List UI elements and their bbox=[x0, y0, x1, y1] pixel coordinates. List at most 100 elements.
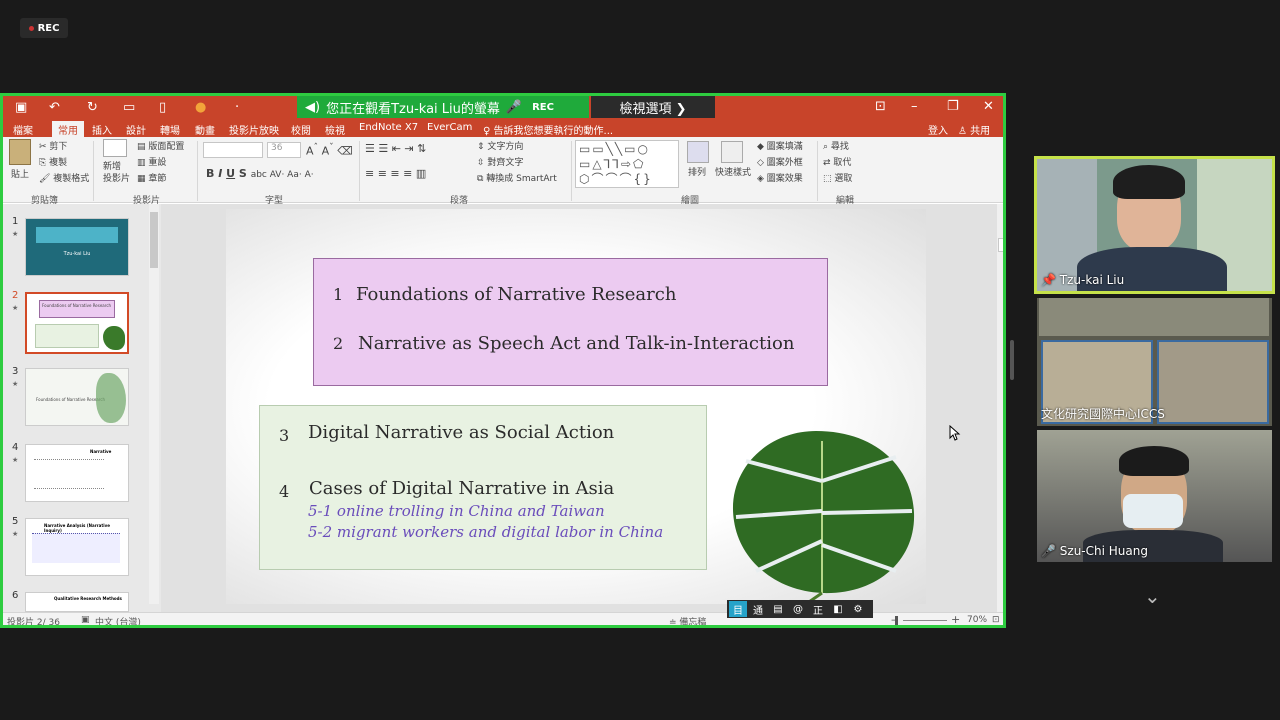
scrollbar-thumb[interactable] bbox=[998, 238, 1003, 252]
quick-styles-button[interactable]: 快速樣式 bbox=[715, 165, 751, 178]
thumbnail-scrollbar[interactable] bbox=[149, 204, 159, 604]
section-button[interactable]: ▦ 章節 bbox=[137, 171, 166, 184]
leaf-image bbox=[103, 326, 125, 350]
normal-view-icon[interactable]: 目 bbox=[729, 601, 747, 617]
arrange-button[interactable]: 排列 bbox=[688, 165, 706, 178]
open-icon[interactable]: ▭ bbox=[123, 100, 135, 115]
share-button[interactable]: ♙ 共用 bbox=[958, 122, 990, 137]
grow-font-icon[interactable]: Aˆ Aˇ ⌫ bbox=[306, 142, 353, 158]
view-options-button[interactable]: 檢視選項 ❯ bbox=[591, 96, 715, 118]
slideshow-icon[interactable]: ◧ bbox=[829, 601, 847, 617]
select-button[interactable]: ⬚ 選取 bbox=[823, 171, 852, 184]
tab-file[interactable]: 檔案 bbox=[13, 122, 33, 137]
close-icon[interactable]: ✕ bbox=[983, 99, 994, 114]
replace-button[interactable]: ⇄ 取代 bbox=[823, 155, 851, 168]
participant-name: 文化研究國際中心ICCS bbox=[1041, 407, 1165, 421]
slide-thumbnail-pane[interactable]: 1 ★ Tzu-kai Liu 2 ★ Foundations of Narra… bbox=[3, 204, 161, 612]
align-text-button[interactable]: ⇳ 對齊文字 bbox=[477, 155, 523, 168]
language[interactable]: 中文 (台灣) bbox=[95, 615, 141, 625]
font-name-field[interactable] bbox=[203, 142, 263, 158]
tab-animations[interactable]: 動畫 bbox=[195, 122, 215, 137]
text-direction-button[interactable]: ⇕ 文字方向 bbox=[477, 139, 523, 152]
tab-evercam[interactable]: EverCam bbox=[427, 122, 472, 133]
slide-thumbnail[interactable]: Foundations of Narrative Research bbox=[25, 368, 129, 426]
tab-home[interactable]: 常用 bbox=[52, 121, 84, 138]
align-icon[interactable]: ≡ ≡ ≡ ≡ ▥ bbox=[365, 167, 426, 180]
current-slide[interactable]: 1 Foundations of Narrative Research 2 Na… bbox=[226, 209, 926, 604]
slide-thumbnail[interactable]: Qualitative Research Methods bbox=[25, 592, 129, 612]
zoom-in-icon[interactable]: + bbox=[951, 613, 960, 625]
scrollbar-thumb[interactable] bbox=[150, 212, 158, 268]
shape-outline-button[interactable]: ◇ 圖案外框 bbox=[757, 155, 803, 168]
smartart-button[interactable]: ⧉ 轉換成 SmartArt bbox=[477, 171, 557, 184]
participant-tile[interactable]: 文化研究國際中心ICCS bbox=[1037, 298, 1272, 426]
tab-endnote[interactable]: EndNote X7 bbox=[359, 122, 418, 133]
undo-icon[interactable]: ↶ bbox=[49, 100, 60, 115]
shape-effects-label: 圖案效果 bbox=[766, 174, 803, 184]
shapes-gallery[interactable]: ▭▭╲╲▭○ ▭△⅂⅂⇨⬠ ⬡⌒⌒⌒{} bbox=[575, 140, 679, 188]
slide-thumbnail[interactable]: Foundations of Narrative Research bbox=[25, 292, 129, 354]
tell-me-box[interactable]: ♀ 告訴我您想要執行的動作... bbox=[483, 122, 613, 137]
thumb-number: 3 bbox=[12, 366, 19, 377]
panel-resize-handle[interactable] bbox=[1010, 340, 1014, 380]
star-icon: ★ bbox=[12, 380, 19, 388]
font-style-buttons[interactable]: B I U S abc AV· Aa· A· bbox=[206, 167, 314, 180]
slide-thumbnail[interactable]: Narrative Analysis (Narrative Inquiry) bbox=[25, 518, 129, 576]
outline-view-icon[interactable]: 通 bbox=[749, 601, 767, 617]
paste-icon[interactable] bbox=[9, 139, 31, 165]
record-icon[interactable]: ● bbox=[195, 100, 206, 115]
slide-sorter-icon[interactable]: ▤ bbox=[769, 601, 787, 617]
chevron-down-icon[interactable]: ⌄ bbox=[1144, 584, 1161, 608]
new-slide-icon[interactable] bbox=[103, 139, 127, 157]
save-icon[interactable]: ▣ bbox=[15, 100, 27, 115]
ribbon-display-icon[interactable]: ⊡ bbox=[875, 99, 886, 114]
paste-button[interactable]: 貼上 bbox=[11, 167, 29, 180]
shape-fill-button[interactable]: ◆ 圖案填滿 bbox=[757, 139, 803, 152]
cut-button[interactable]: ✂ 剪下 bbox=[39, 139, 67, 152]
find-button[interactable]: ⌕ 尋找 bbox=[823, 139, 849, 152]
new-file-icon[interactable]: ▯ bbox=[159, 100, 166, 115]
reading-view-icon[interactable]: 正 bbox=[809, 601, 827, 617]
zoom-slider-thumb[interactable] bbox=[895, 616, 898, 625]
reset-button[interactable]: ▥ 重設 bbox=[137, 155, 166, 168]
new-slide-button[interactable]: 新增 投影片 bbox=[103, 161, 130, 185]
zoom-slider[interactable] bbox=[903, 620, 947, 621]
arrange-icon[interactable] bbox=[687, 141, 709, 163]
copy-button[interactable]: ⎘ 複製 bbox=[39, 155, 67, 168]
sign-in-link[interactable]: 登入 bbox=[928, 122, 948, 137]
separator bbox=[571, 141, 572, 201]
slide-box-bottom[interactable]: 3 Digital Narrative as Social Action 4 C… bbox=[259, 405, 707, 570]
layout-button[interactable]: ▤ 版面配置 bbox=[137, 139, 184, 152]
notes-button[interactable]: ≐ 備忘稿 bbox=[669, 615, 706, 625]
participant-tile[interactable]: 🎤 Szu-Chi Huang bbox=[1037, 430, 1272, 562]
customize-toolbar-icon[interactable]: · bbox=[235, 100, 239, 115]
minimize-icon[interactable]: – bbox=[911, 99, 918, 114]
quick-styles-icon[interactable] bbox=[721, 141, 743, 163]
tab-view[interactable]: 檢視 bbox=[325, 122, 345, 137]
slide-thumbnail[interactable]: Narrative bbox=[25, 444, 129, 502]
slide-scrollbar[interactable] bbox=[997, 204, 1003, 612]
participant-tile-active[interactable]: 📌 Tzu-kai Liu bbox=[1034, 156, 1275, 294]
slide-box-top[interactable]: 1 Foundations of Narrative Research 2 Na… bbox=[313, 258, 828, 386]
zoom-level[interactable]: 70% bbox=[967, 615, 987, 625]
slide-thumbnail[interactable]: Tzu-kai Liu bbox=[25, 218, 129, 276]
settings-gear-icon[interactable]: ⚙ bbox=[849, 601, 867, 617]
item2-number: 2 bbox=[333, 334, 344, 353]
redo-icon[interactable]: ↻ bbox=[87, 100, 98, 115]
font-size-field[interactable]: 36 bbox=[267, 142, 301, 158]
spelling-icon[interactable]: ▣ bbox=[81, 615, 90, 625]
tab-review[interactable]: 校閱 bbox=[291, 122, 311, 137]
tab-transitions[interactable]: 轉場 bbox=[160, 122, 180, 137]
tab-slideshow[interactable]: 投影片放映 bbox=[229, 122, 279, 137]
tab-design[interactable]: 設計 bbox=[126, 122, 146, 137]
format-painter-button[interactable]: 🖌 複製格式 bbox=[39, 171, 89, 184]
thumb-text: Qualitative Research Methods bbox=[54, 596, 122, 601]
shape-effects-button[interactable]: ◈ 圖案效果 bbox=[757, 171, 803, 184]
annotate-icon[interactable]: @ bbox=[789, 601, 807, 617]
bullets-icon[interactable]: ☰ ☰ ⇤ ⇥ ⇅ bbox=[365, 142, 426, 155]
restore-icon[interactable]: ❐ bbox=[947, 99, 959, 114]
fit-slide-icon[interactable]: ⊡ bbox=[992, 615, 1000, 625]
tab-insert[interactable]: 插入 bbox=[92, 122, 112, 137]
thumb-text: Foundations of Narrative Research bbox=[39, 300, 115, 318]
speaker-icon: ◀) bbox=[305, 99, 321, 115]
